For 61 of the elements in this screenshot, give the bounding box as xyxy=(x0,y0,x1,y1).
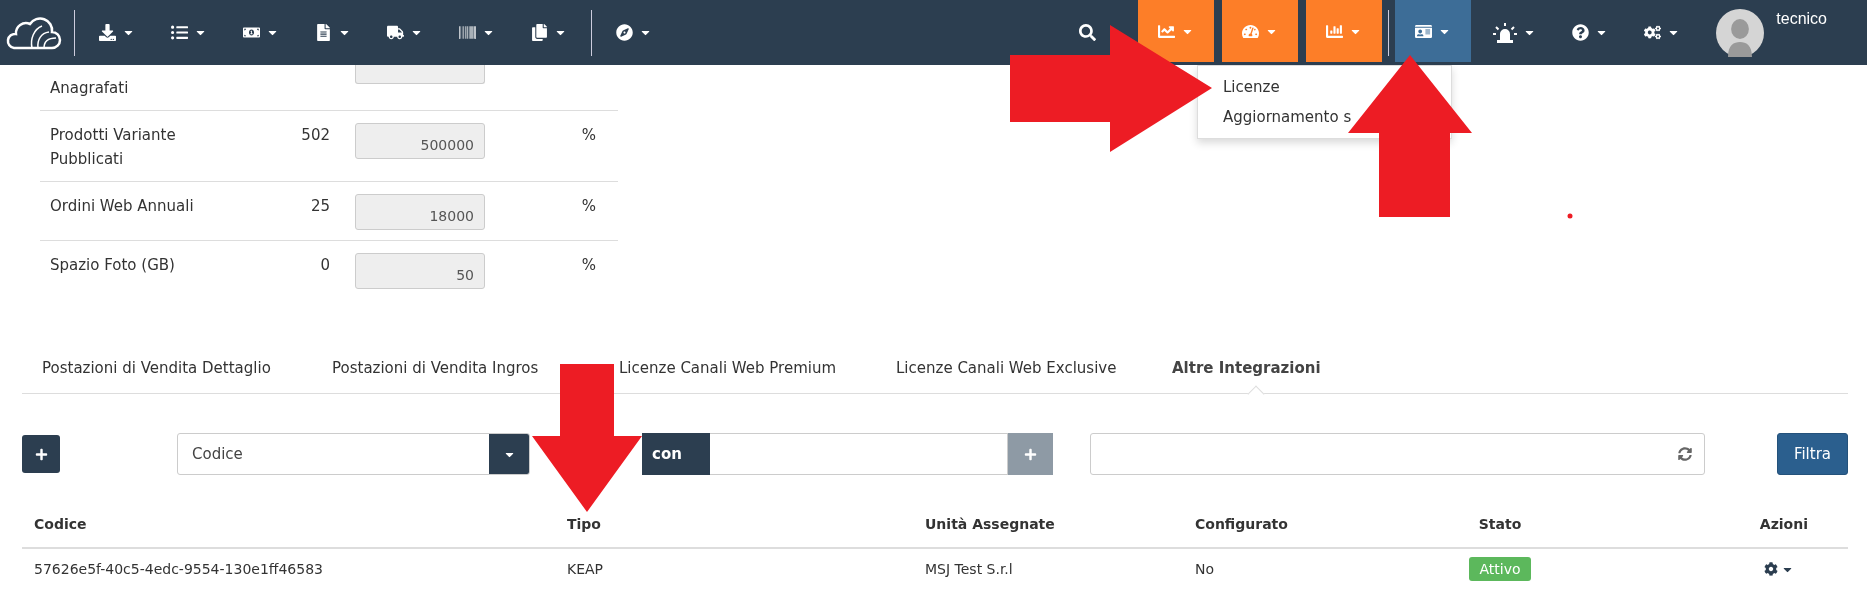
operator-dropdown[interactable]: con xyxy=(642,433,710,475)
document-icon xyxy=(315,24,332,41)
table-cell-text: No xyxy=(1194,560,1216,579)
limit-field[interactable]: 18000 xyxy=(355,194,485,230)
plus-icon xyxy=(34,447,48,461)
unit-label: % xyxy=(580,196,597,217)
menu-item[interactable]: Licenze xyxy=(1219,72,1284,102)
column-header: Stato xyxy=(1400,501,1600,549)
quota-count: 502 xyxy=(300,125,330,146)
cloud-logo-icon xyxy=(4,14,62,51)
user-menu-button[interactable]: tecnico xyxy=(1698,0,1867,65)
list-icon xyxy=(171,24,188,41)
value-field[interactable] xyxy=(710,433,1008,475)
table-cell-text: MSJ Test S.r.l xyxy=(924,560,1014,579)
quota-label: Prodotti Variante Pubblicati xyxy=(50,125,177,170)
unit-label: % xyxy=(580,255,597,276)
bar-chart-icon xyxy=(1326,22,1344,40)
copy-icon xyxy=(531,24,548,41)
field-select[interactable]: Codice xyxy=(177,433,530,475)
quota-label: Anagrafati xyxy=(50,78,130,99)
barcode-icon xyxy=(459,24,476,41)
banknote-icon xyxy=(243,24,260,41)
quota-label: Spazio Foto (GB) xyxy=(50,255,176,276)
tab[interactable]: Postazioni di Vendita Ingros xyxy=(332,345,559,393)
add-button[interactable] xyxy=(22,435,60,473)
siren-icon xyxy=(1493,22,1518,43)
tab[interactable]: Licenze Canali Web Exclusive xyxy=(896,345,1137,393)
avatar-icon xyxy=(1716,8,1765,57)
status-badge: Attivo xyxy=(1469,557,1531,581)
line-chart-icon xyxy=(1158,22,1176,40)
quota-label: Ordini Web Annuali xyxy=(50,196,195,217)
id-card-icon xyxy=(1415,22,1433,40)
filter-button[interactable]: Filtra xyxy=(1776,433,1848,475)
unit-label: % xyxy=(580,125,597,146)
refresh-icon xyxy=(1678,447,1692,461)
tab[interactable]: Postazioni di Vendita Dettaglio xyxy=(42,345,291,393)
compass-icon xyxy=(616,24,633,41)
truck-icon xyxy=(387,24,404,41)
quota-count: 0 xyxy=(319,255,330,276)
help-icon xyxy=(1572,24,1590,41)
gears-icon xyxy=(1644,24,1662,41)
settings-icon xyxy=(1764,562,1778,576)
column-header: Unità Assegnate xyxy=(913,501,1183,549)
table-cell-text: 57626e5f-40c5-4edc-9554-130e1ff46583 xyxy=(33,560,324,579)
column-header: Codice xyxy=(22,501,555,549)
menu-item[interactable]: Aggiornamento s xyxy=(1219,102,1356,132)
search-icon xyxy=(1079,24,1097,41)
limit-field[interactable]: 50 xyxy=(355,253,485,289)
gauge-icon xyxy=(1242,22,1260,40)
column-header: Configurato xyxy=(1183,501,1400,549)
tab[interactable]: Licenze Canali Web Premium xyxy=(619,345,857,393)
download-icon xyxy=(99,24,116,41)
column-header: Azioni xyxy=(1600,501,1848,549)
nav-menu-button[interactable] xyxy=(1395,0,1472,62)
limit-field[interactable] xyxy=(355,64,485,84)
limit-field[interactable]: 500000 xyxy=(355,123,485,159)
plus-icon xyxy=(1024,447,1037,461)
quota-count: 25 xyxy=(309,196,330,217)
table-cell-text: KEAP xyxy=(566,560,605,579)
annotation-dot xyxy=(1567,213,1573,219)
search-field[interactable] xyxy=(1090,433,1705,475)
